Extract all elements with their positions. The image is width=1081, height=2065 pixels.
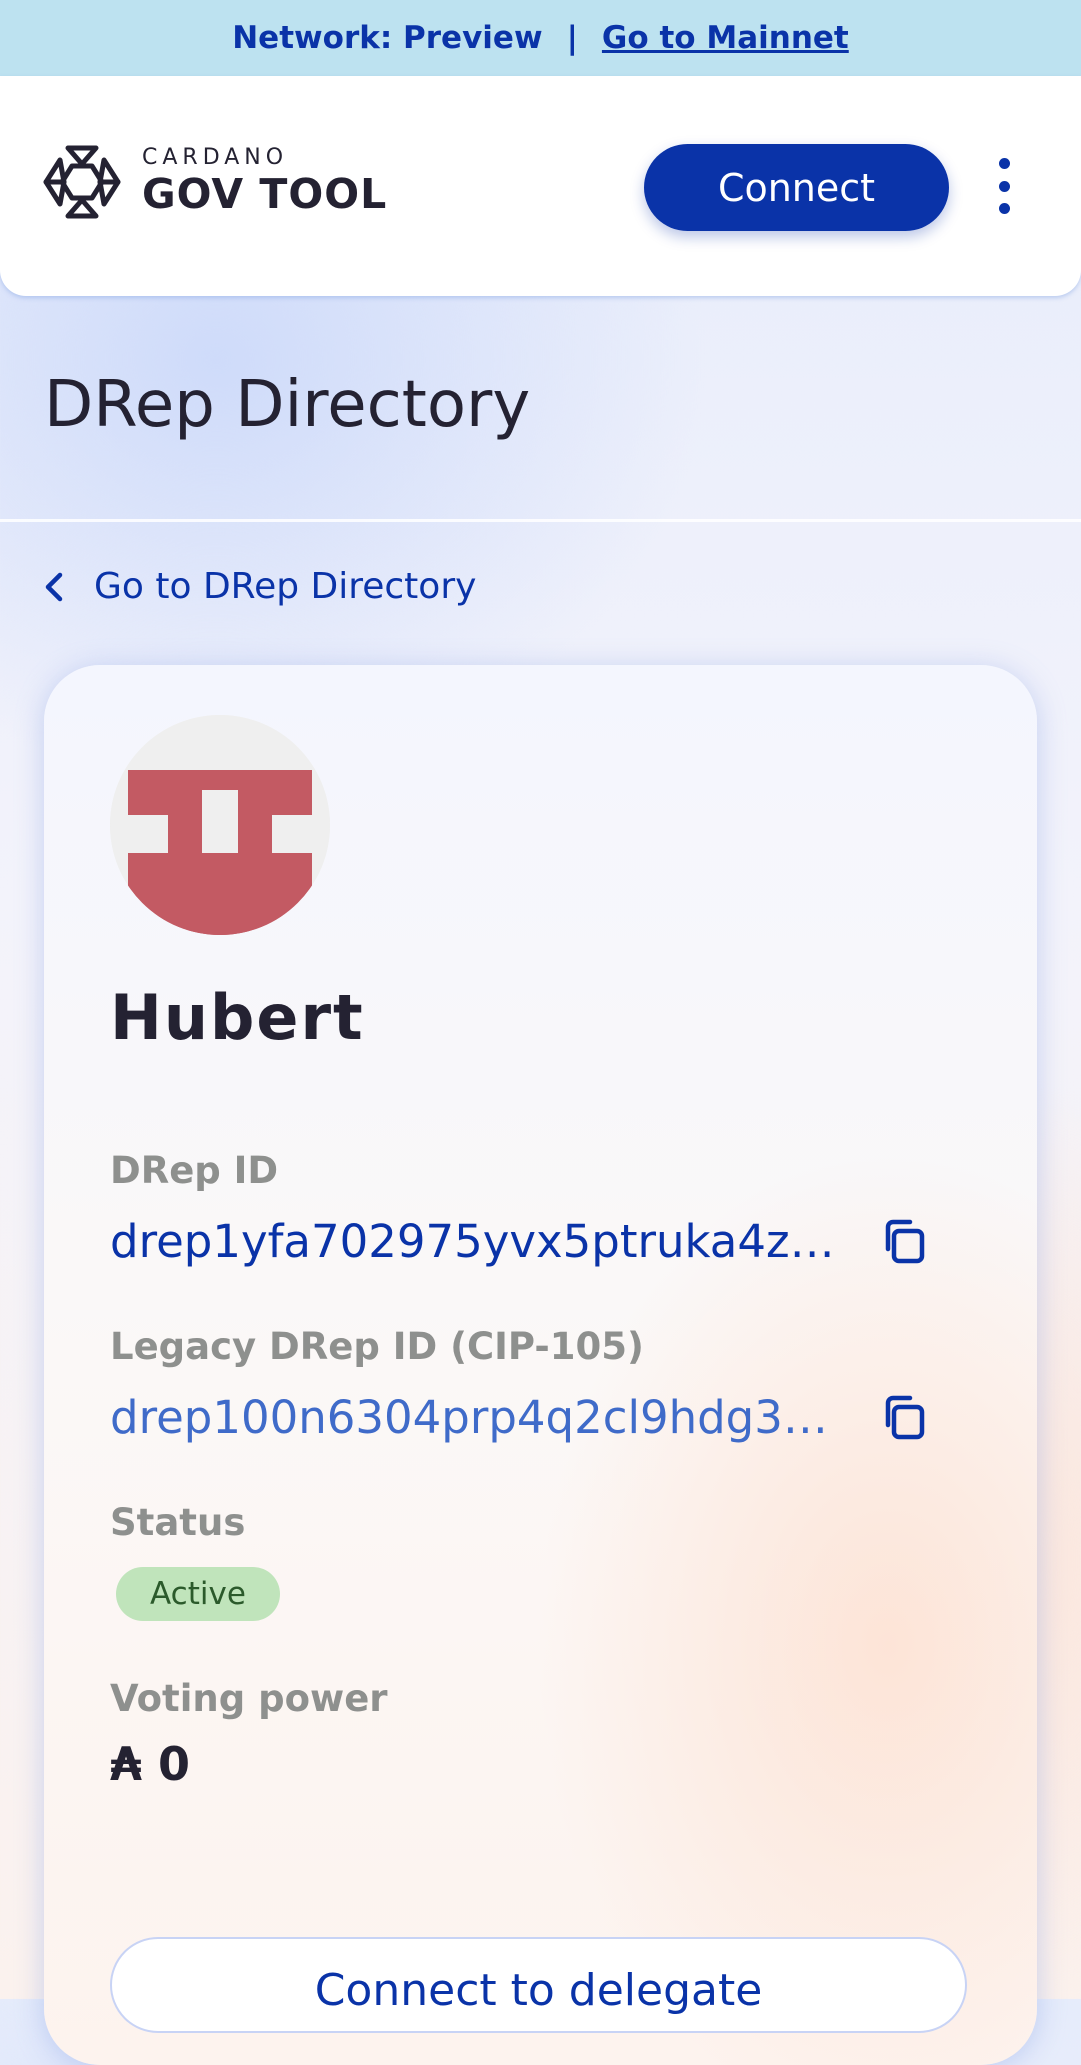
chevron-left-icon	[45, 572, 63, 601]
logo-gov-tool-text: GOV TOOL	[142, 170, 388, 218]
page-title: DRep Directory	[44, 368, 531, 442]
voting-power: ₳ 0	[110, 1737, 190, 1791]
copy-icon[interactable]	[878, 1391, 930, 1443]
connect-to-delegate-button[interactable]: Connect to delegate	[110, 1937, 967, 2033]
drep-id-value[interactable]: drep1yfa702975yvx5ptruka4z82…	[110, 1215, 850, 1268]
connect-wallet-button[interactable]: Connect	[644, 144, 949, 231]
more-menu-icon[interactable]	[990, 158, 1018, 214]
status-badge: Active	[116, 1567, 280, 1621]
back-to-drep-directory-link[interactable]: Go to DRep Directory	[40, 566, 476, 607]
drep-avatar	[110, 715, 330, 935]
drep-details-card: Hubert DRep ID drep1yfa702975yvx5ptruka4…	[44, 665, 1037, 2065]
status-label: Status	[110, 1501, 246, 1544]
identicon-image	[110, 715, 330, 935]
cardano-hexagon-logo-icon	[43, 145, 121, 219]
gov-tool-logo[interactable]: CARDANO GOV TOOL	[42, 144, 387, 220]
drep-name: Hubert	[110, 981, 365, 1054]
go-to-mainnet-link[interactable]: Go to Mainnet	[602, 20, 849, 56]
drep-id-row: drep1yfa702975yvx5ptruka4z82…	[110, 1213, 930, 1269]
drep-id-label: DRep ID	[110, 1149, 279, 1192]
ada-symbol-icon: ₳	[110, 1737, 143, 1791]
back-link-label: Go to DRep Directory	[94, 566, 477, 607]
section-divider	[0, 519, 1081, 522]
network-label: Network: Preview	[232, 20, 543, 56]
legacy-drep-id-row: drep100n6304prp4q2cl9hdg36k…	[110, 1389, 930, 1445]
voting-power-label: Voting power	[110, 1677, 388, 1720]
network-banner: Network: Preview | Go to Mainnet	[0, 0, 1081, 76]
app-header: CARDANO GOV TOOL Connect	[0, 76, 1081, 296]
logo-cardano-text: CARDANO	[142, 145, 289, 170]
copy-icon[interactable]	[878, 1215, 930, 1267]
banner-separator: |	[566, 20, 578, 56]
voting-power-value: 0	[158, 1737, 191, 1791]
legacy-drep-id-value[interactable]: drep100n6304prp4q2cl9hdg36k…	[110, 1391, 850, 1444]
legacy-drep-id-label: Legacy DRep ID (CIP-105)	[110, 1325, 644, 1368]
